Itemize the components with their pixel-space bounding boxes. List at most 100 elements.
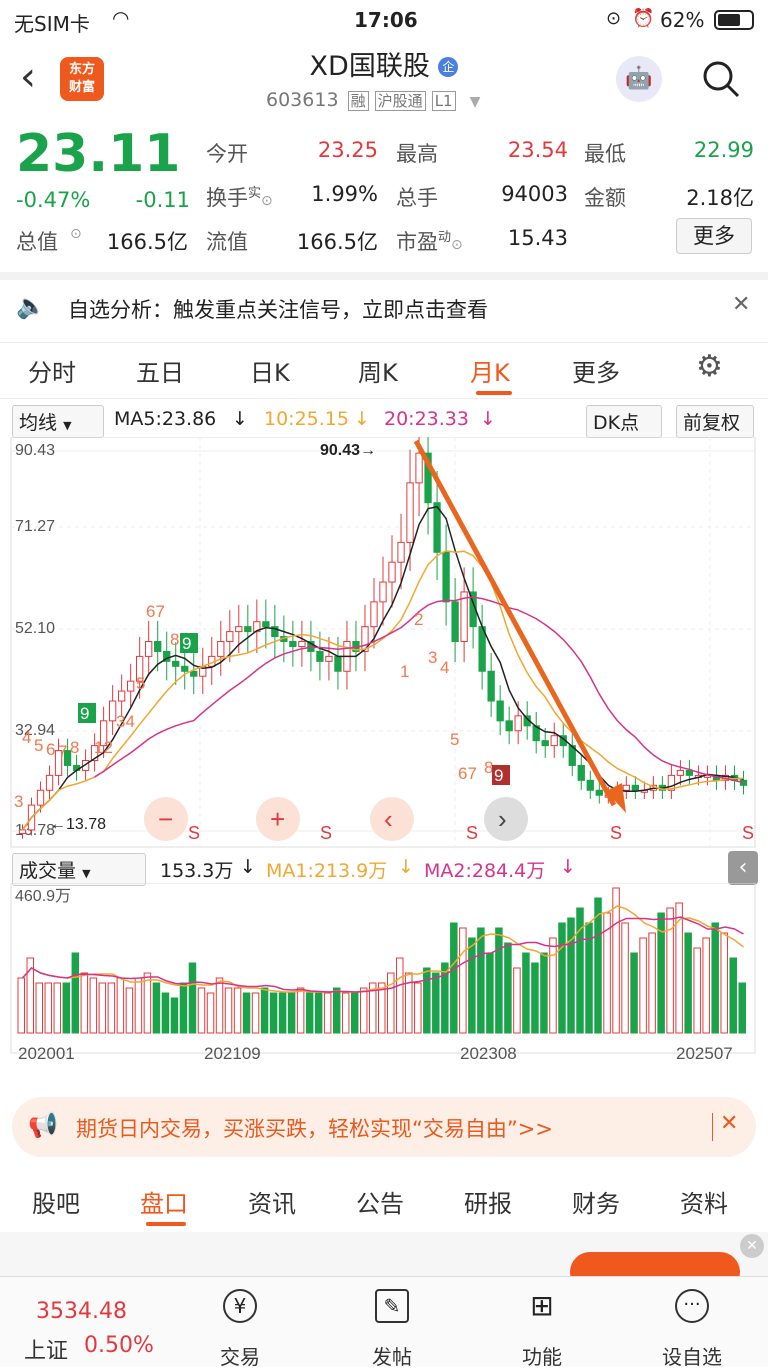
- candle-body: [289, 641, 297, 647]
- ad-text: 期货日内交易，买涨买跌，轻松实现“交易自由”>>: [76, 1117, 553, 1141]
- more-button[interactable]: 更多: [676, 218, 752, 254]
- candle-body: [550, 735, 558, 747]
- volume-bar: [278, 992, 287, 1034]
- candle-body: [316, 650, 324, 662]
- candle-body: [117, 690, 126, 702]
- candle-body: [262, 621, 270, 628]
- volume-bar: [341, 992, 350, 1034]
- add-watchlist-button[interactable]: ··· 设自选: [642, 1277, 742, 1369]
- tab-panel[interactable]: 盘口: [140, 1184, 188, 1219]
- volume-chart[interactable]: 460.9万 202001 202109 202308 202507: [0, 883, 768, 1083]
- volume-bar: [558, 922, 566, 1034]
- function-button[interactable]: ⊞ 功能: [492, 1277, 592, 1369]
- signal-number: 67: [146, 602, 165, 621]
- adjust-button[interactable]: 前复权: [676, 405, 754, 438]
- pe-value: 15.43: [507, 226, 568, 250]
- tab-profile[interactable]: 资料: [680, 1184, 728, 1219]
- wifi-icon: ◠: [112, 6, 130, 30]
- signal-number: 7: [58, 742, 67, 761]
- signal-number: 5: [136, 674, 145, 693]
- volume-bar: [152, 982, 161, 1034]
- candlestick-chart[interactable]: 90.4371.2752.1032.9413.7890.43→←13.7834 5…: [0, 437, 768, 849]
- volume-bar: [432, 972, 440, 1034]
- stock-code: 603613: [266, 89, 339, 111]
- futures-ad-banner[interactable]: 📢 期货日内交易，买涨买跌，轻松实现“交易自由”>> ✕: [12, 1097, 756, 1157]
- trade-button[interactable]: ¥ 交易: [190, 1277, 290, 1369]
- candle-body: [478, 626, 486, 672]
- vol-ma1-legend: MA1:213.9万: [266, 860, 388, 882]
- tab-intraday[interactable]: 分时: [28, 353, 76, 388]
- sell-signal-label: S: [320, 823, 332, 843]
- volume-bar: [134, 977, 143, 1034]
- candle-body: [18, 829, 27, 834]
- candle-body: [217, 641, 225, 657]
- level-tag: L1: [431, 91, 456, 111]
- candle-body: [595, 789, 603, 796]
- sell-signal-label: S: [188, 823, 200, 843]
- close-icon[interactable]: ✕: [720, 1111, 738, 1136]
- chevron-down-icon[interactable]: ▼: [470, 94, 481, 110]
- candle-body: [685, 769, 694, 776]
- candle-body: [496, 700, 504, 722]
- post-button[interactable]: ✎ 发帖: [342, 1277, 442, 1369]
- candle-body: [388, 561, 396, 583]
- tab-weekly-k[interactable]: 周K: [358, 353, 398, 388]
- settings-icon[interactable]: ⚙: [696, 349, 723, 384]
- amount-label: 金额: [584, 186, 626, 210]
- status-bar: 无SIM卡 ◠ 17:06 ⊙ ⏰ 62%: [0, 0, 768, 40]
- chart-frame: [10, 437, 756, 848]
- zoom-out-icon: −: [158, 804, 173, 834]
- signal-number: 5: [450, 730, 459, 749]
- volume-bar: [350, 992, 359, 1034]
- float-label: 流值: [206, 230, 248, 254]
- signal-number: 9: [182, 634, 191, 653]
- vol-legend: 153.3万: [160, 860, 234, 882]
- tab-guba[interactable]: 股吧: [32, 1184, 80, 1219]
- vol-arrow-icon: ↓: [240, 856, 256, 878]
- float-value: 166.5亿: [296, 230, 378, 254]
- tab-monthly-k[interactable]: 月K: [470, 353, 510, 388]
- robot-assistant-icon[interactable]: 🤖: [616, 56, 662, 102]
- search-icon[interactable]: [700, 58, 742, 100]
- tab-more[interactable]: 更多: [572, 353, 620, 388]
- signal-number: 2: [414, 610, 423, 629]
- tab-announcement[interactable]: 公告: [356, 1184, 404, 1219]
- volume-bar: [188, 962, 197, 1034]
- volume-bar: [116, 977, 125, 1034]
- volume-selector[interactable]: 成交量 ▼: [12, 853, 146, 886]
- vol-ma2-legend: MA2:284.4万: [424, 860, 546, 882]
- close-icon[interactable]: ✕: [732, 292, 750, 317]
- tab-research[interactable]: 研报: [464, 1184, 512, 1219]
- volume-bar: [215, 977, 224, 1034]
- volume-bar: [630, 952, 638, 1034]
- price-tick-label: 90.43: [15, 442, 55, 459]
- volume-bar: [332, 987, 341, 1034]
- candle-body: [190, 670, 198, 677]
- close-icon[interactable]: ✕: [740, 1234, 764, 1258]
- analysis-notice[interactable]: 🔈 自选分析：触发重点关注信号，立即点击查看 ✕: [0, 272, 768, 334]
- volume-bar: [233, 987, 242, 1034]
- signal-number: 12: [94, 738, 113, 757]
- volume-bar: [666, 907, 674, 1034]
- volume-bar: [80, 972, 89, 1034]
- collapse-icon[interactable]: ‹: [728, 851, 758, 885]
- volume-bar: [224, 987, 233, 1034]
- volume-bar: [423, 967, 431, 1034]
- candle-body: [451, 601, 459, 643]
- tab-news[interactable]: 资讯: [248, 1184, 296, 1219]
- sell-signal-label: S: [742, 823, 754, 843]
- info-icon[interactable]: ⊙: [70, 226, 82, 242]
- clock: 17:06: [354, 8, 418, 32]
- ma-selector[interactable]: 均线 ▼: [12, 405, 104, 438]
- volume-bar: [359, 987, 368, 1034]
- tab-daily-k[interactable]: 日K: [250, 353, 290, 388]
- open-label: 今开: [206, 142, 248, 166]
- dk-point-button[interactable]: DK点: [586, 405, 662, 438]
- x-tick-label: 202001: [18, 1044, 75, 1063]
- volume-bar: [684, 932, 692, 1034]
- candle-body: [36, 789, 45, 806]
- change-value: -0.11: [135, 188, 190, 212]
- signal-number: 6: [46, 740, 55, 759]
- tab-finance[interactable]: 财务: [572, 1184, 620, 1219]
- tab-five-day[interactable]: 五日: [136, 353, 184, 388]
